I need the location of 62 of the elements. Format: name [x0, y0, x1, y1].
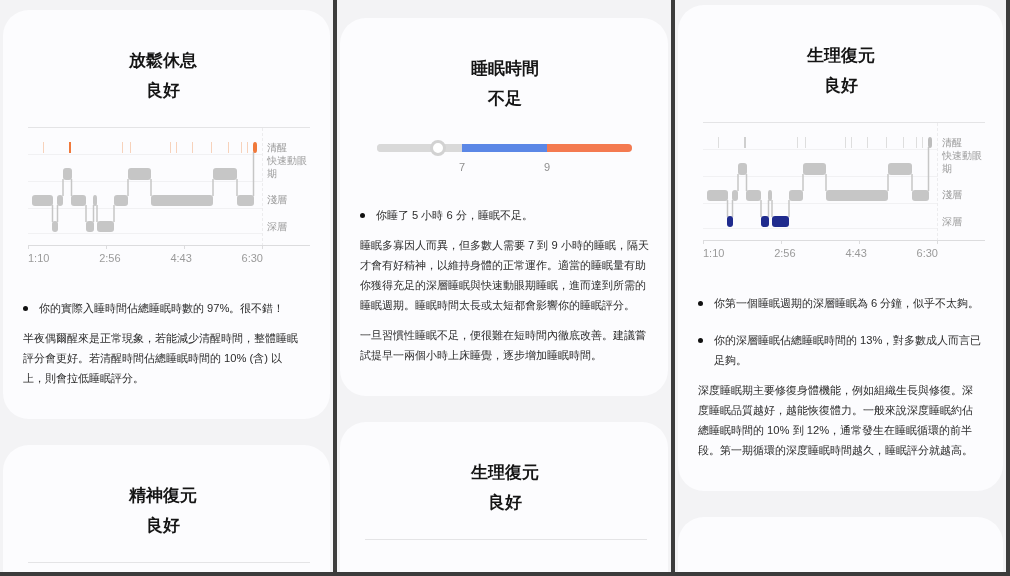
stage-transition-line: [62, 179, 64, 196]
stage-label: 清醒: [267, 141, 288, 154]
stage-transition-line: [788, 200, 790, 217]
stage-label: 淺層: [267, 193, 288, 206]
card-title: 睡眠時間: [469, 58, 540, 79]
stage-transition-line: [127, 179, 129, 196]
stage-label: 深層: [267, 220, 288, 233]
stage-transition-line: [252, 152, 255, 196]
time-label: 4:43: [845, 246, 867, 260]
stage-transition-line: [927, 147, 930, 191]
time-label: 6:30: [241, 251, 263, 265]
rating-text: 良好: [486, 492, 523, 513]
bullet-icon: [698, 337, 703, 343]
stage-label: 快速動眼期: [942, 149, 983, 175]
card-title: 生理復元: [469, 462, 540, 483]
stage-transition-line: [70, 179, 73, 196]
stage-transition-line: [212, 179, 214, 196]
stage-transition-line: [911, 174, 913, 191]
rating-text: 良好: [822, 75, 859, 96]
description-text: 睡眠多寡因人而異，但多數人需要 7 到 9 小時的睡眠，隔天才會有好精神，以維持身體的正常運作。適當的睡眠量有助你獲得充足的深層睡眠與快速動眼期睡眠，進而達到所需的睡眠週期。睡眠時間太長或太短都會影響你的睡眠評分。: [360, 238, 649, 313]
range-label: 7: [458, 160, 466, 174]
stage-transition-line: [726, 200, 729, 217]
stage-label: 深層: [942, 215, 963, 228]
bullet-icon: [360, 212, 365, 218]
bullet-text: 你的實際入睡時間佔總睡眠時數的 97%。很不錯！: [39, 301, 285, 316]
stage-label: 快速動眼期: [267, 154, 308, 180]
card-title: 放鬆休息: [127, 50, 198, 71]
bullet-icon: [23, 305, 28, 311]
stage-transition-line: [737, 174, 739, 191]
time-label: 1:10: [703, 246, 725, 260]
card-title: 精神復元: [127, 485, 198, 506]
description-text: 一旦習慣性睡眠不足，便很難在短時間內徹底改善。建議嘗試提早一兩個小時上床睡覺，逐步增加睡眠時間。: [360, 328, 647, 363]
time-label: 2:56: [99, 251, 121, 265]
stage-transition-line: [113, 205, 115, 222]
range-label: 9: [543, 160, 551, 174]
time-label: 4:43: [170, 251, 192, 265]
stage-transition-line: [150, 179, 152, 196]
description-text: 半夜偶爾醒來是正常現象，若能減少清醒時間，整體睡眠評分會更好。若清醒時間佔總睡眠時間的 10% (含) 以上，則會拉低睡眠評分。: [23, 331, 299, 386]
stage-transition-line: [745, 174, 748, 191]
card-title: 生理復元: [805, 45, 876, 66]
time-label: 1:10: [28, 251, 50, 265]
stage-transition-line: [236, 179, 238, 196]
stage-label: 淺層: [942, 188, 963, 201]
stage-transition-line: [887, 174, 889, 191]
rating-text: 良好: [144, 515, 181, 536]
stage-transition-line: [825, 174, 827, 191]
description-text: 深度睡眠期主要修復身體機能，例如組織生長與修復。深度睡眠品質越好，越能恢復體力。一般來說深度睡眠約佔總睡眠時間的 10% 到 12%，通常發生在睡眠循環的前半段。第一期循環的深度睡眠時間越久，睡眠評分就越高。: [698, 383, 974, 458]
rating-text: 不足: [486, 88, 523, 109]
stage-label: 清醒: [942, 136, 963, 149]
stage-transition-line: [56, 205, 59, 222]
time-label: 6:30: [916, 246, 938, 260]
bullet-text: 你的深層睡眠佔總睡眠時間的 13%，對多數成人而言已足夠。: [714, 333, 983, 368]
bullet-text: 你睡了 5 小時 6 分，睡眠不足。: [376, 208, 533, 223]
time-label: 2:56: [774, 246, 796, 260]
bullet-text: 你第一個睡眠週期的深層睡眠為 6 分鐘，似乎不太夠。: [714, 296, 980, 311]
stage-transition-line: [760, 200, 762, 217]
bullet-icon: [698, 300, 703, 306]
stage-transition-line: [802, 174, 804, 191]
stage-transition-line: [51, 205, 54, 222]
rating-text: 良好: [144, 80, 181, 101]
stage-transition-line: [731, 200, 734, 217]
stage-transition-line: [85, 205, 87, 222]
